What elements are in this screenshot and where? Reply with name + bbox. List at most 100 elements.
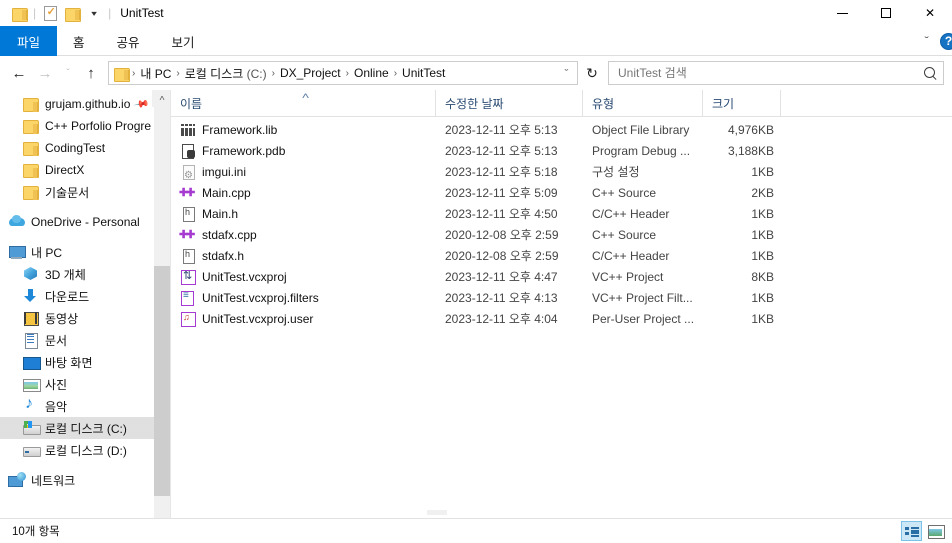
view-mode-buttons	[901, 521, 946, 541]
ribbon-tab-bar: 파일 홈 공유 보기 ˇ ?	[0, 26, 952, 56]
table-row[interactable]: Main.cpp 2023-12-11 오후 5:09 C++ Source 2KB	[171, 182, 952, 203]
sidebar-item-16[interactable]: 네트워크	[0, 469, 170, 491]
picture-icon	[22, 376, 41, 392]
table-row[interactable]: stdafx.h 2020-12-08 오후 2:59 C/C++ Header 1K…	[171, 245, 952, 266]
large-icons-view-button[interactable]	[925, 521, 946, 541]
help-icon[interactable]: ?	[940, 32, 952, 50]
sidebar-item-5[interactable]: OneDrive - Personal	[0, 211, 170, 233]
table-row[interactable]: Framework.pdb 2023-12-11 오후 5:13 Program D…	[171, 140, 952, 161]
breadcrumb-item-my-pc[interactable]: 내 PC	[136, 64, 175, 83]
table-row[interactable]: UnitTest.vcxproj.filters 2023-12-11 오후 4:…	[171, 287, 952, 308]
folder-icon	[11, 7, 28, 22]
sidebar-item-6[interactable]: 내 PC	[0, 241, 170, 263]
table-row[interactable]: stdafx.cpp 2020-12-08 오후 2:59 C++ Source 1K…	[171, 224, 952, 245]
file-name-label: Framework.lib	[202, 122, 278, 137]
folder-icon	[22, 96, 40, 112]
tab-view[interactable]: 보기	[156, 26, 211, 56]
navigation-scrollbar[interactable]: ˄ ˅	[152, 90, 170, 538]
sidebar-item-7[interactable]: 3D 개체	[0, 263, 170, 285]
tab-file[interactable]: 파일	[0, 26, 58, 56]
sidebar-item-8[interactable]: 다운로드	[0, 285, 170, 307]
sidebar-item-label: 기술문서	[45, 185, 90, 200]
breadcrumb: › 내 PC › 로컬 디스크 (C:) › DX_Project › Onli…	[131, 64, 558, 83]
sidebar-item-12[interactable]: 사진	[0, 373, 170, 395]
maximize-button[interactable]	[864, 0, 908, 26]
file-name-label: Main.h	[202, 206, 239, 221]
tab-share[interactable]: 공유	[101, 26, 156, 56]
sidebar-item-11[interactable]: 바탕 화면	[0, 351, 170, 373]
up-button[interactable]: ↑	[78, 60, 104, 86]
minimize-button[interactable]	[820, 0, 864, 26]
header-file-icon	[180, 206, 196, 222]
sidebar-item-3[interactable]: DirectX	[0, 159, 170, 181]
scrollbar-thumb[interactable]	[154, 266, 170, 496]
sidebar-item-9[interactable]: 동영상	[0, 307, 170, 329]
breadcrumb-item-dx-project[interactable]: DX_Project	[276, 65, 345, 81]
file-type-cell: C/C++ Header	[592, 206, 670, 221]
back-button[interactable]: ←	[6, 60, 32, 86]
qat-properties-button[interactable]	[39, 2, 61, 24]
breadcrumb-dropdown-icon[interactable]: ˇ	[555, 68, 577, 78]
pdb-file-icon	[180, 143, 196, 159]
recent-locations-button[interactable]: ˇ	[58, 60, 78, 86]
video-icon	[22, 310, 40, 326]
search-input[interactable]	[618, 66, 923, 80]
table-row[interactable]: UnitTest.vcxproj.user 2023-12-11 오후 4:04 P…	[171, 308, 952, 329]
ribbon-right-controls: ˇ ?	[917, 26, 952, 56]
sidebar-item-15[interactable]: 로컬 디스크 (D:)	[0, 439, 170, 461]
sidebar-item-4[interactable]: 기술문서	[0, 181, 170, 203]
file-list-pane: 이름 ˄ 수정한 날짜 유형 크기 Framework.lib 2023-12-1…	[171, 90, 952, 540]
sidebar-item-13[interactable]: 음악	[0, 395, 170, 417]
horizontal-scrollbar[interactable]	[427, 510, 447, 515]
cloud-icon	[8, 214, 26, 230]
quick-access-toolbar: | ▾ | UnitTest	[0, 0, 164, 26]
refresh-button[interactable]: ↻	[580, 61, 604, 85]
file-date-cell: 2020-12-08 오후 2:59	[445, 228, 559, 242]
qat-folder-button[interactable]	[8, 2, 30, 24]
sidebar-item-1[interactable]: C++ Porfolio Progre	[0, 115, 170, 137]
vcxproj-filters-icon	[180, 290, 196, 306]
window-title: UnitTest	[120, 6, 164, 20]
sidebar-item-label: 네트워크	[31, 473, 76, 488]
sidebar-item-label: 로컬 디스크 (D:)	[45, 443, 127, 458]
sidebar-item-10[interactable]: 문서	[0, 329, 170, 351]
breadcrumb-item-online[interactable]: Online	[350, 65, 393, 81]
column-header-size[interactable]: 크기	[703, 90, 781, 116]
column-header-blank[interactable]	[781, 90, 952, 116]
column-header-date-modified[interactable]: 수정한 날짜	[436, 90, 583, 116]
download-icon	[22, 288, 40, 304]
window-controls: ✕	[820, 0, 952, 26]
table-row[interactable]: imgui.ini 2023-12-11 오후 5:18 구성 설정 1KB	[171, 161, 952, 182]
tab-home[interactable]: 홈	[57, 26, 101, 56]
vcxproj-user-icon	[180, 311, 196, 327]
table-row[interactable]: UnitTest.vcxproj 2023-12-11 오후 4:47 VC++ P…	[171, 266, 952, 287]
sidebar-item-label: 동영상	[45, 311, 79, 326]
sidebar-item-0[interactable]: grujam.github.io 📌	[0, 93, 170, 115]
sidebar-item-label: 내 PC	[31, 245, 63, 260]
table-row[interactable]: Framework.lib 2023-12-11 오후 5:13 Object Fi…	[171, 119, 952, 140]
file-type-cell: VC++ Project	[592, 269, 664, 284]
scroll-up-button[interactable]: ˄	[152, 90, 170, 107]
details-view-button[interactable]	[901, 521, 922, 541]
forward-button[interactable]: →	[32, 60, 58, 86]
sidebar-item-2[interactable]: CodingTest	[0, 137, 170, 159]
properties-icon	[43, 5, 57, 21]
qat-new-folder-button[interactable]	[61, 2, 83, 24]
column-header-name[interactable]: 이름 ˄	[171, 90, 436, 116]
document-icon	[22, 332, 40, 349]
table-row[interactable]: Main.h 2023-12-11 오후 4:50 C/C++ Header 1KB	[171, 203, 952, 224]
ribbon-expand-button[interactable]: ˇ	[914, 36, 939, 47]
header-file-icon	[180, 248, 196, 264]
close-button[interactable]: ✕	[908, 0, 952, 26]
breadcrumb-bar[interactable]: › 내 PC › 로컬 디스크 (C:) › DX_Project › Onli…	[108, 61, 578, 85]
search-box[interactable]	[608, 61, 944, 85]
breadcrumb-item-unittest[interactable]: UnitTest	[398, 65, 449, 81]
sidebar-item-14[interactable]: 로컬 디스크 (C:)	[0, 417, 170, 439]
breadcrumb-item-local-disk-c[interactable]: 로컬 디스크 (C:)	[181, 64, 271, 83]
file-explorer-window: | ▾ | UnitTest ✕ 파일 홈 공유 보기 ˇ ?	[0, 0, 952, 543]
column-header-type[interactable]: 유형	[583, 90, 703, 116]
file-size-cell: 3,188KB	[727, 143, 774, 158]
qat-customize-button[interactable]: ▾	[83, 2, 105, 24]
sidebar-item-label: CodingTest	[45, 141, 106, 155]
desktop-icon	[22, 354, 41, 370]
